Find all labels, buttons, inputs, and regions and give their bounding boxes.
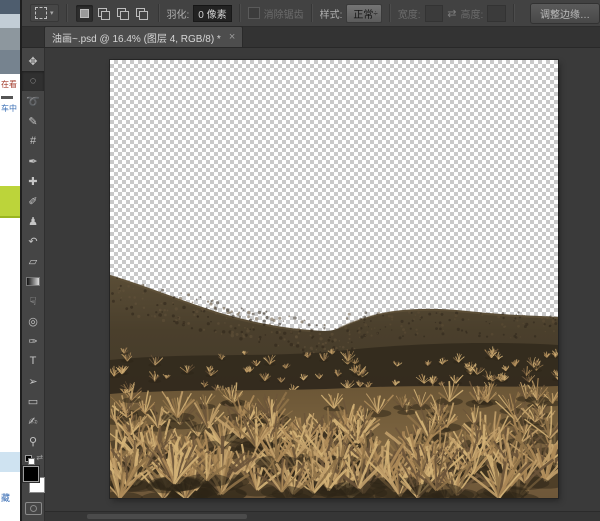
feather-label: 羽化: [167, 6, 190, 21]
clone-stamp-tool[interactable]: ♟ [22, 211, 44, 231]
antialias-checkbox[interactable] [248, 7, 260, 19]
quick-mask-button[interactable] [25, 502, 42, 515]
marquee-preset-icon [35, 7, 47, 19]
color-swatches [22, 465, 45, 497]
refine-edge-button[interactable]: 调整边缘… [530, 3, 600, 24]
intersect-selection-button[interactable] [133, 5, 150, 22]
canvas-pasteboard[interactable] [45, 48, 600, 512]
foreground-color-swatch[interactable] [23, 466, 39, 482]
type-tool[interactable]: T [22, 351, 44, 371]
quick-selection-tool[interactable]: ✎ [22, 111, 44, 131]
tools-panel: ✥◌➰✎#✒✚✐♟↶▱ ☟◎✑T➢▭✍⚲ ⇄ [22, 48, 45, 521]
photoshop-screenshot: 在看 车中 藏 ▾ 羽化: 0 像素 消除锯齿 样式: [0, 0, 600, 521]
default-colors-row: ⇄ [22, 453, 44, 465]
chevron-down-icon: ▾ [50, 9, 54, 17]
pen-tool[interactable]: ✑ [22, 331, 44, 351]
document-canvas[interactable] [110, 60, 558, 498]
tool-preset-picker[interactable]: ▾ [30, 4, 59, 22]
bg-text-fragment: 藏 [1, 494, 10, 503]
bg-thumb-4 [0, 50, 20, 74]
landscape-image [110, 60, 558, 498]
new-selection-icon [80, 9, 89, 18]
smudge-tool[interactable]: ☟ [22, 291, 44, 311]
select-arrows-icon: ÷ [373, 10, 377, 17]
photoshop-window: ▾ 羽化: 0 像素 消除锯齿 样式: 正常 ÷ 宽度: ⇄ 高度: [20, 0, 600, 521]
gradient-icon [26, 277, 40, 286]
swap-colors-icon[interactable]: ⇄ [36, 453, 43, 462]
swap-width-height-icon[interactable]: ⇄ [447, 7, 456, 20]
new-selection-button[interactable] [76, 5, 93, 22]
height-input[interactable] [487, 5, 506, 22]
style-selected-value: 正常 [353, 6, 373, 21]
history-brush-tool[interactable]: ↶ [22, 231, 44, 251]
brush-tool[interactable]: ✐ [22, 191, 44, 211]
bg-text-fragment: 车中 [1, 104, 17, 113]
path-selection-tool[interactable]: ➢ [22, 371, 44, 391]
move-tool[interactable]: ✥ [22, 51, 44, 71]
bg-thumb-2 [0, 14, 20, 28]
shape-tool[interactable]: ▭ [22, 391, 44, 411]
eyedropper-tool[interactable]: ✒ [22, 151, 44, 171]
document-tab-title: 油画~.psd @ 16.4% (图层 4, RGB/8) * [52, 30, 221, 45]
tab-close-icon[interactable]: × [229, 31, 235, 43]
feather-input[interactable]: 0 像素 [193, 5, 231, 22]
separator [513, 4, 515, 22]
width-label: 宽度: [398, 6, 421, 21]
subtract-from-selection-button[interactable] [114, 5, 131, 22]
marquee-tool[interactable]: ◌ [22, 71, 44, 91]
crop-tool[interactable]: # [22, 131, 44, 151]
style-select[interactable]: 正常 ÷ [346, 4, 381, 23]
background-window-strip: 在看 车中 藏 [0, 0, 20, 521]
tools-list: ✥◌➰✎#✒✚✐♟↶▱ ☟◎✑T➢▭✍⚲ [22, 51, 44, 451]
tool-options-bar: ▾ 羽化: 0 像素 消除锯齿 样式: 正常 ÷ 宽度: ⇄ 高度: [22, 0, 600, 27]
zoom-tool[interactable]: ⚲ [22, 431, 44, 451]
dodge-tool[interactable]: ◎ [22, 311, 44, 331]
status-bar [45, 511, 600, 521]
antialias-label: 消除锯齿 [264, 6, 304, 21]
bg-lightblue-block [0, 452, 20, 472]
separator [389, 4, 391, 22]
add-to-selection-button[interactable] [95, 5, 112, 22]
document-tab-bar: 油画~.psd @ 16.4% (图层 4, RGB/8) * × [22, 27, 600, 48]
eraser-tool[interactable]: ▱ [22, 251, 44, 271]
separator [158, 4, 160, 22]
separator [66, 4, 68, 22]
bg-text-fragment: 在看 [1, 80, 17, 89]
style-label: 样式: [320, 6, 343, 21]
gradient-tool[interactable] [22, 271, 44, 291]
hand-tool[interactable]: ✍ [22, 411, 44, 431]
bg-highlight-block [0, 186, 20, 218]
separator [239, 4, 241, 22]
width-input[interactable] [425, 5, 444, 22]
bg-text-smudge [1, 96, 13, 99]
height-label: 高度: [461, 6, 484, 21]
document-tab[interactable]: 油画~.psd @ 16.4% (图层 4, RGB/8) * × [44, 26, 243, 47]
bg-thumb-3 [0, 28, 20, 50]
lasso-tool[interactable]: ➰ [22, 91, 44, 111]
healing-brush-tool[interactable]: ✚ [22, 171, 44, 191]
horizontal-scrollbar-thumb[interactable] [87, 514, 247, 519]
separator [311, 4, 313, 22]
bg-thumb-1 [0, 0, 20, 14]
